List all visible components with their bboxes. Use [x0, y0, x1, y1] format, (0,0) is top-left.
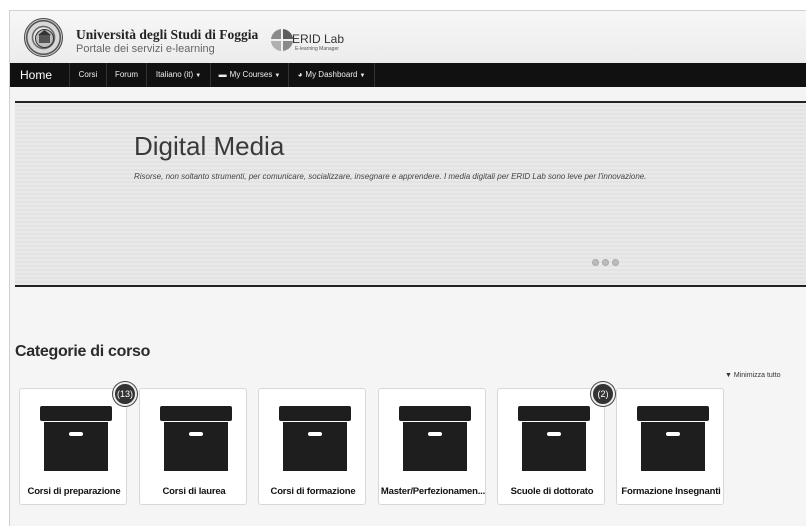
site-header: Università degli Studi di Foggia Portale…	[10, 11, 806, 63]
category-label[interactable]: Corsi di laurea	[140, 486, 248, 497]
nav-forum[interactable]: Forum	[107, 63, 147, 87]
caret-down-icon: ▼	[195, 73, 202, 79]
erid-lab-logo-text: ERID Lab	[292, 32, 345, 46]
archive-box-lid	[279, 406, 351, 421]
category-label[interactable]: Corsi di formazione	[259, 486, 367, 497]
archive-box-icon	[403, 422, 467, 471]
carousel-dot[interactable]	[602, 259, 609, 266]
archive-box-handle	[428, 432, 442, 436]
category-card[interactable]: Corsi di laurea	[139, 388, 247, 505]
slide-description: Risorse, non soltanto strumenti, per com…	[134, 172, 647, 181]
archive-box-handle	[666, 432, 680, 436]
erid-lab-logo-tagline: E-learning Manager	[295, 46, 339, 52]
university-name[interactable]: Università degli Studi di Foggia	[76, 27, 258, 43]
browser-page: Università degli Studi di Foggia Portale…	[9, 10, 806, 526]
category-label[interactable]: Master/Perfezionamen...	[379, 486, 487, 497]
erid-lab-logo[interactable]: ERID Lab E-learning Manager	[270, 28, 360, 54]
archive-box-icon	[44, 422, 108, 471]
section-title: Categorie di corso	[15, 343, 151, 360]
nav-courses-label: Corsi	[78, 70, 98, 79]
archive-box-lid	[637, 406, 709, 421]
archive-box-icon	[283, 422, 347, 471]
course-count-badge: (2)	[591, 382, 615, 406]
archive-box-lid	[160, 406, 232, 421]
nav-language-menu[interactable]: Italiano (it) ▼	[147, 63, 211, 87]
nav-home[interactable]: Home	[10, 63, 70, 87]
nav-language-label: Italiano (it)	[155, 70, 194, 79]
portal-subtitle: Portale dei servizi e-learning	[76, 43, 215, 55]
collapse-all-link[interactable]: ▼ Minimizza tutto	[725, 372, 781, 379]
archive-box-icon	[164, 422, 228, 471]
nav-courses[interactable]: Corsi	[70, 63, 107, 87]
category-card[interactable]: Corsi di preparazione (13)	[19, 382, 137, 505]
nav-home-label: Home	[20, 68, 53, 82]
category-card[interactable]: Master/Perfezionamen...	[378, 388, 486, 505]
nav-my-dashboard-label: My Dashboard	[305, 70, 358, 79]
archive-box-handle	[547, 432, 561, 436]
archive-box-icon	[522, 422, 586, 471]
caret-down-icon: ▼	[274, 73, 281, 79]
slide-title: Digital Media	[134, 131, 285, 161]
archive-box-handle	[308, 432, 322, 436]
course-count-badge: (13)	[113, 382, 137, 406]
archive-box-handle	[189, 432, 203, 436]
category-card[interactable]: Scuole di dottorato (2)	[497, 382, 615, 505]
nav-my-courses-label: My Courses	[229, 70, 273, 79]
dashboard-icon: ◕	[297, 70, 303, 79]
archive-box-icon	[641, 422, 705, 471]
category-label[interactable]: Scuole di dottorato	[498, 486, 606, 497]
carousel-dot[interactable]	[612, 259, 619, 266]
category-label[interactable]: Formazione Insegnanti	[617, 486, 725, 497]
carousel-dot[interactable]	[592, 259, 599, 266]
caret-down-icon: ▼	[359, 73, 366, 79]
archive-box-handle	[69, 432, 83, 436]
main-navbar: Home Corsi Forum Italiano (it) ▼ ▬ My Cour…	[10, 63, 806, 87]
archive-box-lid	[518, 406, 590, 421]
briefcase-icon: ▬	[218, 70, 227, 79]
nav-my-dashboard-menu[interactable]: ◕ My Dashboard ▼	[289, 63, 375, 87]
erid-lab-mark-icon	[271, 29, 293, 51]
archive-box-lid	[399, 406, 471, 421]
university-seal-logo[interactable]	[24, 18, 63, 57]
category-label[interactable]: Corsi di preparazione	[20, 486, 128, 497]
nav-my-courses-menu[interactable]: ▬ My Courses ▼	[211, 63, 289, 87]
category-card[interactable]: Formazione Insegnanti	[616, 388, 724, 505]
collapse-all-label: Minimizza tutto	[733, 372, 781, 379]
archive-box-lid	[40, 406, 112, 421]
triangle-down-icon: ▼	[725, 372, 732, 379]
category-card[interactable]: Corsi di formazione	[258, 388, 366, 505]
nav-forum-label: Forum	[114, 70, 139, 79]
